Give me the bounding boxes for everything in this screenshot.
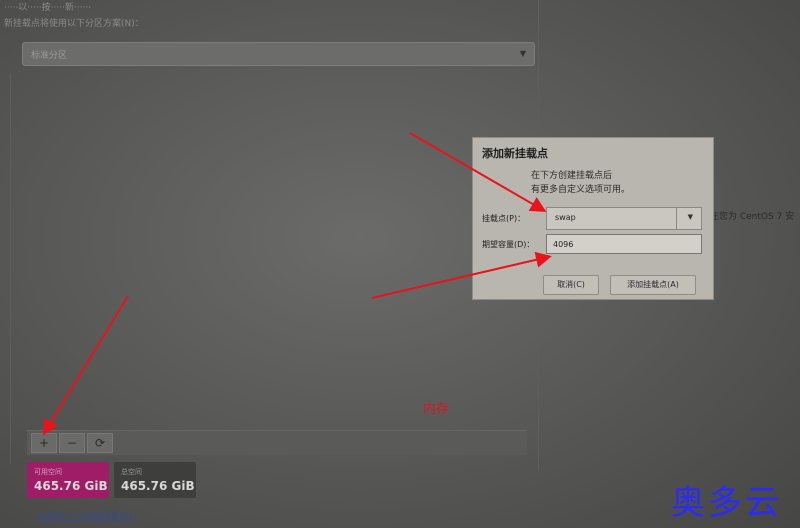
partition-scheme-dropdown[interactable]: 标准分区 ▼ — [22, 42, 535, 66]
scheme-label: 新挂载点将使用以下分区方案(N)： — [4, 19, 144, 29]
dialog-title: 添加新挂载点 — [482, 147, 548, 160]
chevron-down-icon: ▼ — [519, 49, 526, 58]
mount-point-label: 挂载点(P)： — [482, 214, 526, 223]
reload-icon[interactable]: ⟳ — [87, 433, 113, 453]
cancel-button[interactable]: 取消(C) — [543, 275, 599, 295]
capacity-input[interactable] — [546, 234, 702, 254]
left-panel-border — [10, 74, 11, 464]
dialog-description: 在下方创建挂载点后 有更多自定义选项可用。 — [531, 169, 630, 197]
add-mount-point-confirm-button[interactable]: 添加挂载点(A) — [610, 275, 696, 295]
total-space-value: 465.76 GiB — [121, 479, 195, 493]
available-space-value: 465.76 GiB — [34, 479, 108, 493]
combo-separator — [676, 208, 677, 229]
dialog-description-line2: 有更多自定义选项可用。 — [531, 185, 631, 195]
side-help-text: 在您为 CentOS 7 安 — [710, 212, 795, 222]
mount-point-value: swap — [555, 213, 576, 222]
mount-point-toolbar: + − ⟳ — [27, 430, 527, 455]
dialog-description-line1: 在下方创建挂载点后 — [531, 171, 613, 181]
top-line: ·····以·····按·····新······ — [4, 3, 92, 13]
arrow-to-add-button — [42, 295, 129, 436]
add-mount-point-button[interactable]: + — [31, 433, 57, 453]
available-space-box: 可用空间 465.76 GiB — [27, 462, 109, 498]
add-mount-point-dialog: 添加新挂载点 在下方创建挂载点后 有更多自定义选项可用。 挂载点(P)： swa… — [472, 137, 714, 300]
mount-point-combobox[interactable]: swap ▼ — [546, 207, 702, 230]
watermark-logo: 奥多云 — [671, 483, 782, 523]
chevron-down-icon[interactable]: ▼ — [688, 213, 693, 221]
storage-devices-link[interactable]: 已选择 1 个存储设备(S) — [36, 509, 132, 522]
remove-mount-point-button[interactable]: − — [59, 433, 85, 453]
capacity-label: 期望容量(D)： — [482, 240, 535, 249]
partition-scheme-value: 标准分区 — [31, 51, 68, 61]
total-space-label: 总空间 — [121, 468, 142, 476]
memory-annotation: 内存 — [423, 402, 450, 417]
total-space-box: 总空间 465.76 GiB — [114, 462, 196, 498]
available-space-label: 可用空间 — [34, 468, 62, 476]
